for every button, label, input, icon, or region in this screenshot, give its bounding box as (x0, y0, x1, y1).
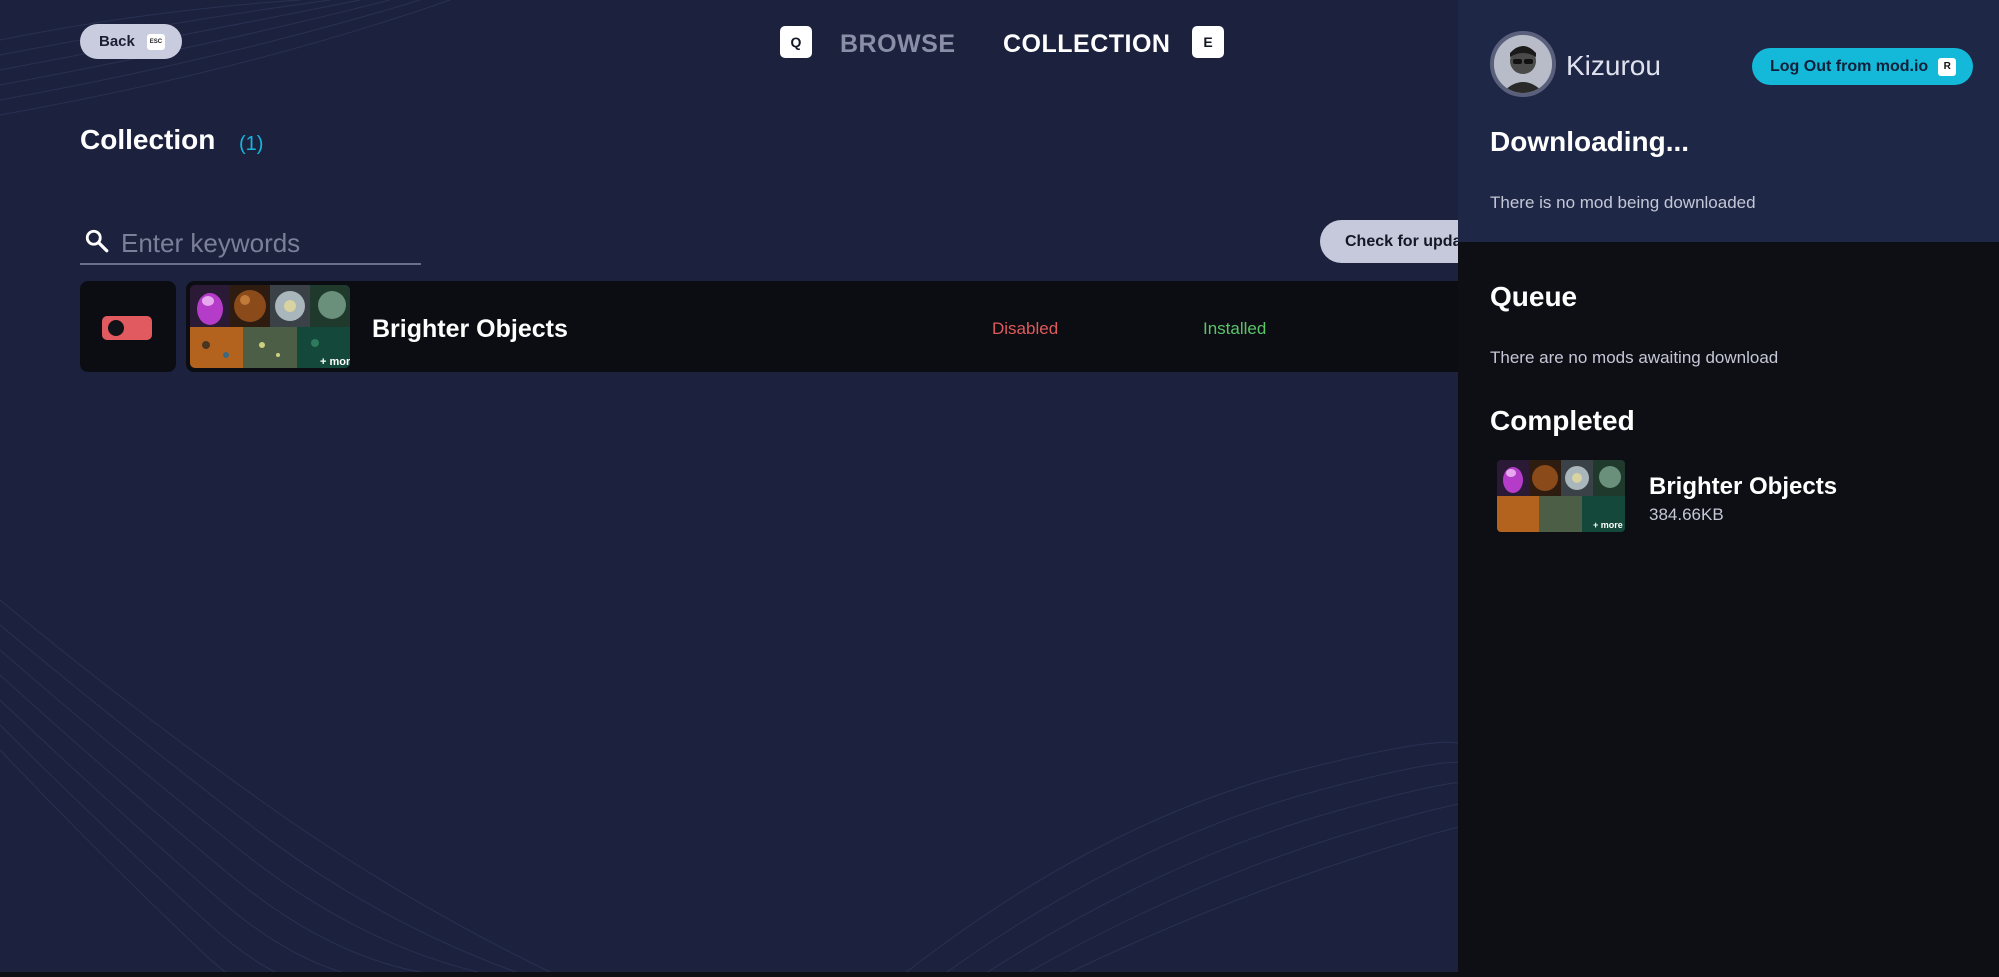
mod-enabled-status: Disabled (992, 319, 1059, 338)
logout-button[interactable]: Log Out from mod.io R (1752, 48, 1973, 85)
avatar (1490, 31, 1556, 97)
next-tab-key-hint: E (1192, 26, 1224, 58)
esc-key-hint: ESC (146, 33, 165, 50)
r-key-hint: R (1938, 57, 1957, 76)
toggle-switch-off (102, 316, 152, 340)
toggle-knob (108, 320, 124, 336)
more-thumbnails-label: + more (320, 356, 350, 368)
back-button[interactable]: Back ESC (80, 24, 182, 59)
page-title: Collection (80, 124, 216, 155)
mod-install-status: Installed (1203, 319, 1267, 338)
mod-enable-toggle[interactable] (80, 281, 176, 372)
mod-thumbnail-grid: + more (190, 285, 350, 368)
mod-row[interactable]: + more Brighter Objects Disabled Install… (186, 281, 1466, 372)
completed-more-thumbnails-label: + more (1593, 520, 1623, 530)
mod-name: Brighter Objects (372, 315, 568, 343)
mod-browser-screen: Back ESC Q BROWSE COLLECTION E Collectio… (0, 0, 1999, 977)
logout-label: Log Out from mod.io (1770, 57, 1929, 75)
completed-mod-name: Brighter Objects (1649, 473, 1838, 500)
search-icon (85, 229, 109, 253)
search-field[interactable] (80, 222, 421, 265)
user-avatar-icon (1494, 35, 1552, 93)
username: Kizurou (1566, 50, 1661, 81)
queue-title: Queue (1490, 281, 1578, 312)
completed-mod-thumbnail-grid: + more (1497, 460, 1625, 532)
queue-empty-text: There are no mods awaiting download (1490, 348, 1779, 367)
search-input[interactable] (119, 226, 413, 260)
downloading-empty-text: There is no mod being downloaded (1490, 193, 1756, 212)
check-for-updates-button[interactable]: Check for updates (1320, 220, 1470, 263)
back-label: Back (99, 33, 135, 50)
downloading-title: Downloading... (1490, 126, 1690, 157)
completed-mod-size: 384.66KB (1649, 505, 1724, 524)
tab-browse[interactable]: BROWSE (840, 30, 956, 59)
completed-title: Completed (1490, 405, 1635, 436)
tab-collection[interactable]: COLLECTION (1003, 30, 1171, 59)
prev-tab-key-hint: Q (780, 26, 812, 58)
collection-count: (1) (239, 133, 264, 155)
